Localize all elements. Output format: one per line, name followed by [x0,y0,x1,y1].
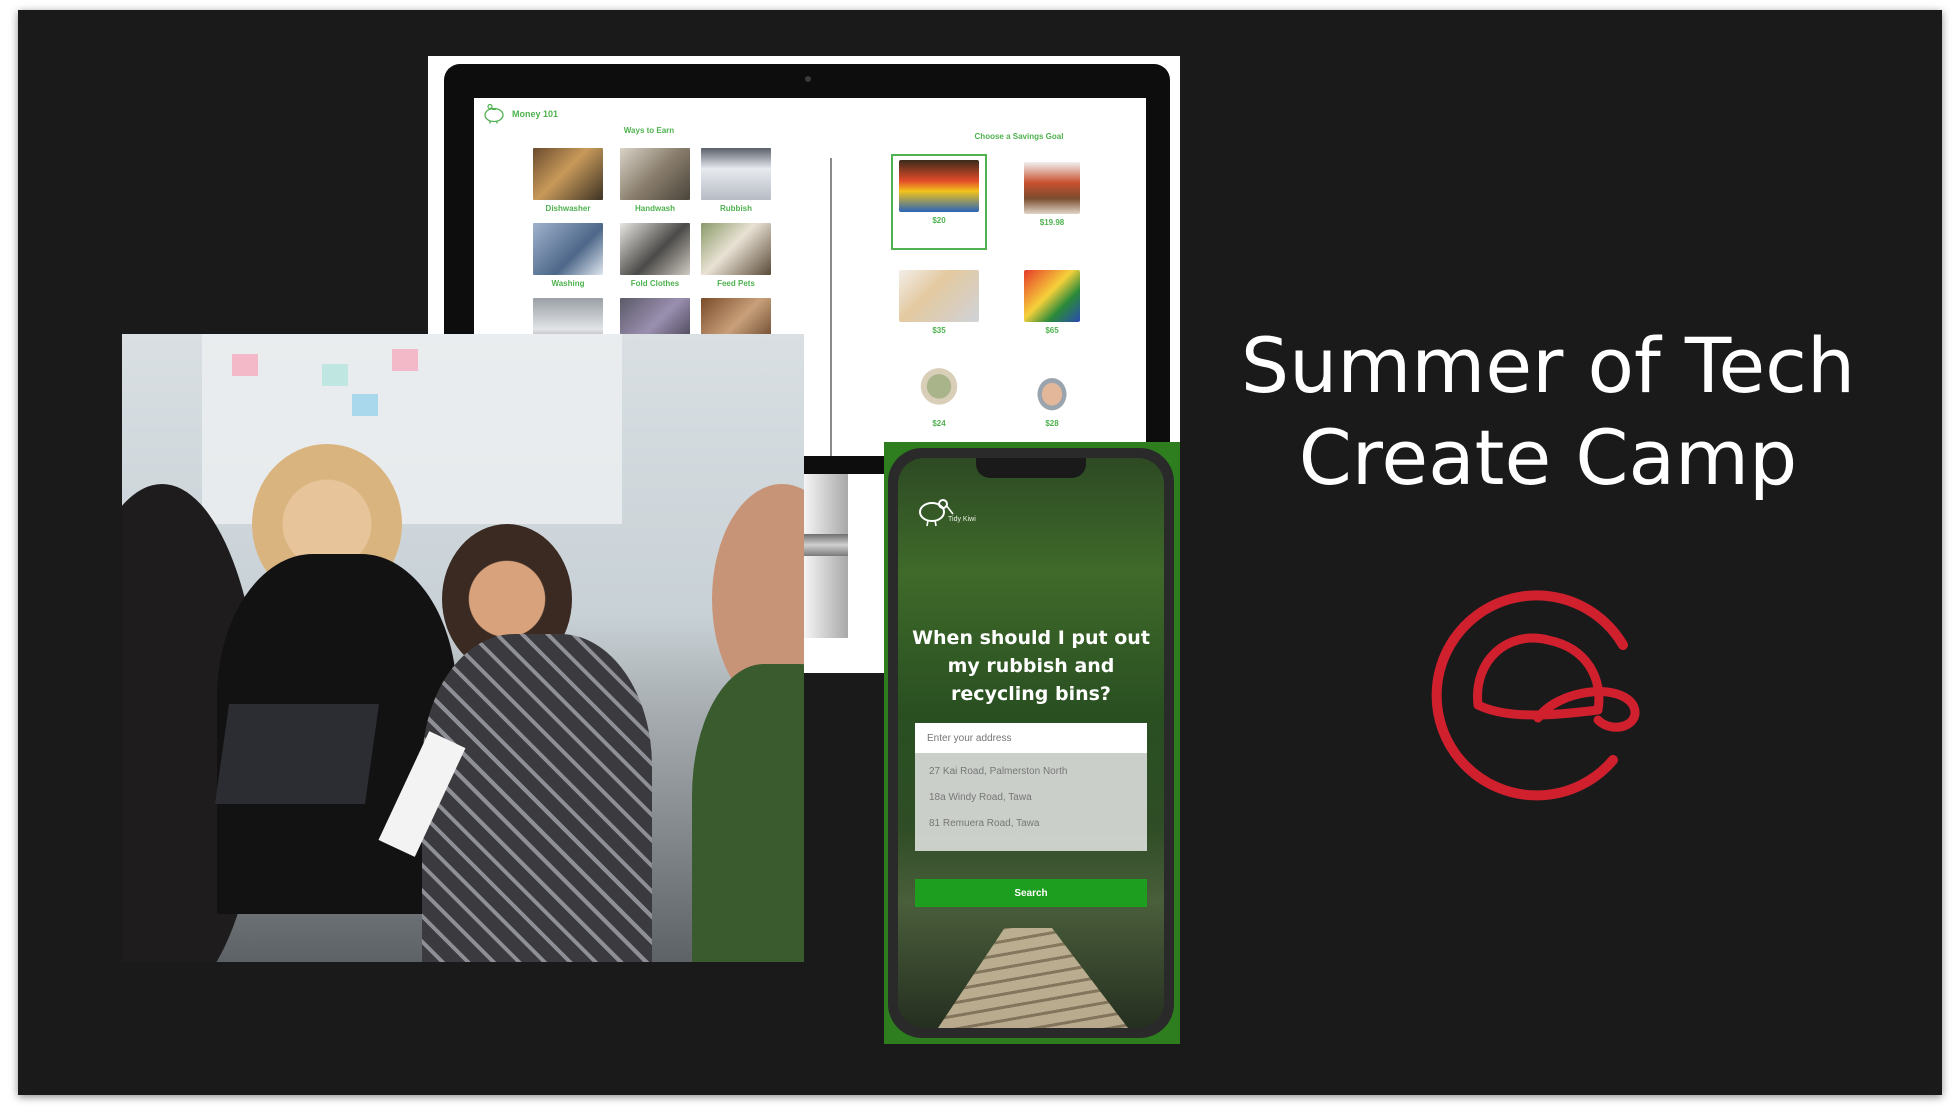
washing-photo [533,223,603,275]
earn-item-dishwasher[interactable]: Dishwasher [532,148,604,214]
toy-photo [1024,270,1080,322]
person-body [422,634,652,962]
laptop [214,704,380,804]
rubbish-photo [701,148,771,200]
savings-goal[interactable]: $19.98 [1004,162,1100,227]
savings-goal[interactable]: $28 [1004,363,1100,428]
address-input[interactable] [915,723,1147,753]
goal-price: $65 [1045,326,1059,335]
money-app-header: Money 101 [482,104,558,124]
handwash-photo [620,148,690,200]
goal-section-title: Choose a Savings Goal [974,132,1064,141]
goal-price: $19.98 [1039,218,1065,227]
suggestion-item[interactable]: 27 Kai Road, Palmerston North [915,759,1147,785]
person-body [692,664,804,962]
savings-goal[interactable]: $24 [891,363,987,428]
phone-heading: When should I put out my rubbish and rec… [912,627,1150,705]
sticky-note [352,394,378,416]
toy-photo [911,363,967,415]
earn-label: Washing [551,279,585,288]
toy-photo [1024,162,1080,214]
phone-mockup: Tidy Kiwi When should I put out my rubbi… [884,442,1180,1044]
boardwalk-path [938,928,1128,1028]
goal-price: $24 [932,419,946,428]
address-suggestions: 27 Kai Road, Palmerston North 18a Windy … [915,753,1147,851]
slide-title: Summer of Tech Create Camp [1208,320,1888,504]
earn-label: Feed Pets [717,279,755,288]
earn-label: Rubbish [720,204,752,213]
earn-item-handwash[interactable]: Handwash [619,148,691,214]
fold-clothes-photo [620,223,690,275]
phone-frame: Tidy Kiwi When should I put out my rubbi… [888,448,1174,1038]
app-name: Money 101 [512,109,559,119]
earn-item-rubbish[interactable]: Rubbish [700,148,772,214]
earn-item-washing[interactable]: Washing [532,223,604,289]
suggestion-item[interactable]: 18a Windy Road, Tawa [915,785,1147,811]
suggestion-item[interactable]: 81 Remuera Road, Tawa [915,811,1147,837]
earn-item-feed-pets[interactable]: Feed Pets [700,223,772,289]
earn-section-title: Ways to Earn [623,126,675,135]
title-line-2: Create Camp [1298,413,1798,502]
sticky-note [392,349,418,371]
toy-photo [899,160,979,212]
dishwasher-photo [533,148,603,200]
earn-item-fold-clothes[interactable]: Fold Clothes [619,223,691,289]
brand-name: Tidy Kiwi [948,516,976,523]
savings-goal-selected[interactable]: $20 [891,154,987,250]
title-line-1: Summer of Tech [1240,321,1856,410]
savings-goal[interactable]: $35 [891,270,987,335]
sticky-note [232,354,258,376]
earn-label: Dishwasher [545,204,591,213]
feed-pets-photo [701,223,771,275]
earn-label: Handwash [634,204,675,213]
cap-circle-logo-icon [1418,570,1658,815]
search-button[interactable]: Search [915,879,1147,907]
tidy-kiwi-screen: Tidy Kiwi When should I put out my rubbi… [898,458,1164,1028]
slide: Money 101 Ways to Earn Dishwasher Handwa… [18,10,1942,1095]
kiwi-bird-icon [916,494,954,533]
piggy-bank-icon [482,104,506,124]
goal-price: $28 [1045,419,1059,428]
phone-notch [976,458,1086,478]
goal-price: $20 [932,216,946,225]
sticky-note [322,364,348,386]
goal-price: $35 [932,326,946,335]
toy-photo [1024,363,1080,415]
earn-label: Fold Clothes [630,279,680,288]
team-photo [122,334,804,962]
doll-photo [899,270,979,322]
column-divider [830,158,832,456]
camera-dot [805,76,811,82]
savings-goal[interactable]: $65 [1004,270,1100,335]
